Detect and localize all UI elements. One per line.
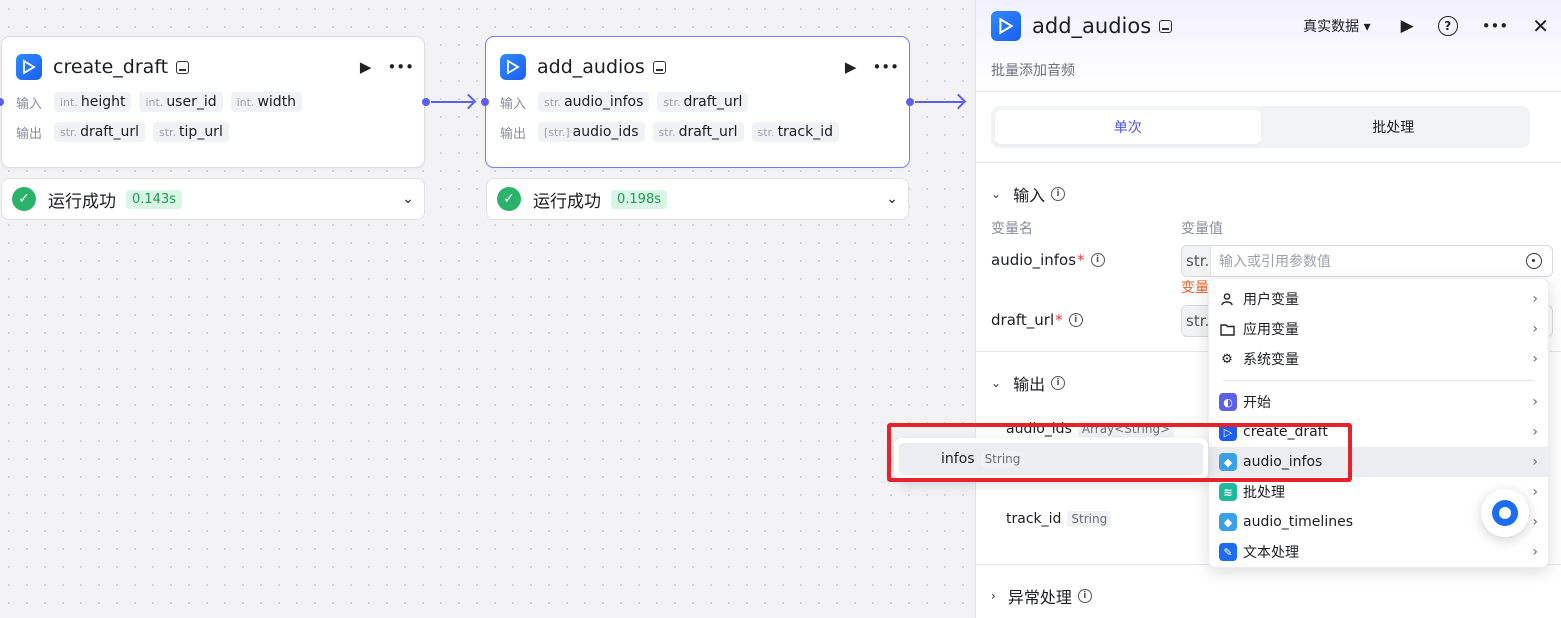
info-icon: i (1051, 187, 1066, 201)
divider (976, 162, 1561, 163)
assistant-icon (1492, 500, 1518, 526)
text-node-icon: ✎ (1219, 543, 1237, 561)
info-icon: i (1068, 313, 1083, 327)
col-header-value: 变量值 (1181, 221, 1223, 237)
output-port[interactable] (906, 98, 914, 106)
exception-section-header[interactable]: › 异常处理 i (991, 584, 1092, 608)
plugin-icon (991, 11, 1021, 41)
menu-divider (1223, 380, 1534, 381)
menu-item-node-text-processing[interactable]: ✎ 文本处理 › (1209, 537, 1548, 567)
status-text: 运行成功 (48, 191, 116, 212)
menu-item-node-start[interactable]: ◐ 开始 › (1209, 387, 1548, 417)
var-name-draft-url: draft_url * i (991, 311, 1083, 329)
node-create-draft[interactable]: create_draft ▶ ••• 输入 int. height int. use… (1, 36, 425, 168)
output-port[interactable] (422, 98, 430, 106)
run-status-bar[interactable]: ✓ 运行成功 0.198s ⌄ (486, 178, 909, 220)
chevron-down-icon[interactable]: ⌄ (886, 191, 898, 207)
input-chip: int. height (54, 92, 132, 112)
input-label: 输入 (500, 96, 527, 112)
chevron-down-icon[interactable]: ⌄ (402, 191, 414, 207)
info-icon: i (1077, 589, 1092, 603)
value-placeholder: 输入或引用参数值 (1219, 254, 1331, 270)
input-chip: int. width (230, 92, 303, 112)
batch-node-icon: ≋ (1219, 483, 1237, 501)
divider (976, 91, 1561, 92)
success-check-icon: ✓ (497, 187, 521, 211)
node-badge-icon (176, 60, 190, 74)
output-chip: str. track_id (751, 122, 839, 142)
more-icon[interactable]: ••• (1482, 18, 1509, 34)
input-chip: str. draft_url (657, 92, 749, 112)
node-add-audios[interactable]: add_audios ▶ ••• 输入 str. audio_infos str.… (485, 36, 910, 168)
start-node-icon: ◐ (1219, 393, 1237, 411)
connection-arrow (915, 101, 963, 103)
type-label: str. (1182, 306, 1211, 336)
code-node-icon: ◆ (1219, 513, 1237, 531)
panel-title: add_audios (1032, 14, 1152, 38)
output-track-id: track_id String (1006, 511, 1112, 527)
output-section-header[interactable]: ⌄ 输出 i (991, 371, 1066, 395)
status-text: 运行成功 (533, 191, 601, 212)
time-badge: 0.143s (126, 189, 182, 209)
chevron-down-icon: ⌄ (991, 187, 1002, 201)
output-chip: str. tip_url (152, 122, 229, 142)
assistant-fab[interactable] (1481, 489, 1529, 537)
plugin-icon (16, 54, 42, 80)
input-chip: int. user_id (139, 92, 223, 112)
info-icon: i (1051, 376, 1066, 390)
node-title: create_draft (53, 56, 169, 78)
var-name-audio-infos: audio_infos * i (991, 251, 1105, 269)
gear-icon: ⚙ (1221, 351, 1233, 367)
output-chip: [str.] audio_ids (538, 122, 645, 142)
output-chip: str. draft_url (54, 122, 145, 142)
node-badge-icon (1159, 19, 1173, 33)
menu-item-system-variables[interactable]: ⚙ 系统变量 › (1209, 344, 1548, 374)
time-badge: 0.198s (611, 189, 667, 209)
tab-batch[interactable]: 批处理 (1261, 110, 1527, 144)
col-header-name: 变量名 (991, 221, 1033, 237)
node-badge-icon (652, 60, 666, 74)
more-icon[interactable]: ••• (387, 59, 414, 75)
run-icon[interactable]: ▶ (1401, 17, 1414, 35)
input-label: 输入 (16, 96, 43, 112)
run-icon[interactable]: ▶ (845, 59, 857, 75)
panel-description: 批量添加音频 (991, 63, 1075, 79)
data-source-dropdown[interactable]: 真实数据 ▾ (1303, 16, 1370, 36)
folder-icon (1219, 321, 1235, 337)
input-port[interactable] (481, 98, 489, 106)
connection-arrow (431, 101, 473, 103)
input-chip: str. audio_infos (538, 92, 650, 112)
chevron-right-icon: › (991, 589, 996, 603)
audio-infos-value-input[interactable]: str. 输入或引用参数值 (1181, 245, 1553, 277)
success-check-icon: ✓ (12, 187, 36, 211)
more-icon[interactable]: ••• (872, 59, 899, 75)
run-mode-tabs: 单次 批处理 (991, 106, 1530, 148)
node-title: add_audios (537, 56, 645, 78)
menu-item-app-variables[interactable]: 应用变量 › (1209, 314, 1548, 344)
highlight-box (887, 423, 1352, 482)
input-section-header[interactable]: ⌄ 输入 i (991, 182, 1066, 206)
plugin-icon (500, 54, 526, 80)
validation-error: 变量 (1181, 280, 1209, 296)
help-icon[interactable]: ? (1437, 16, 1458, 36)
output-chip: str. draft_url (652, 122, 744, 142)
menu-item-user-variables[interactable]: 用户变量 › (1209, 284, 1548, 314)
chevron-down-icon: ⌄ (991, 376, 1002, 390)
run-status-bar[interactable]: ✓ 运行成功 0.143s ⌄ (1, 178, 425, 220)
type-label: str. (1182, 246, 1211, 276)
tab-single[interactable]: 单次 (995, 110, 1261, 144)
info-icon: i (1090, 253, 1105, 267)
run-icon[interactable]: ▶ (360, 59, 372, 75)
output-label: 输出 (16, 126, 43, 142)
reference-icon[interactable] (1526, 253, 1542, 269)
output-label: 输出 (500, 126, 527, 142)
user-icon (1219, 291, 1235, 307)
close-icon[interactable]: ✕ (1532, 16, 1549, 36)
